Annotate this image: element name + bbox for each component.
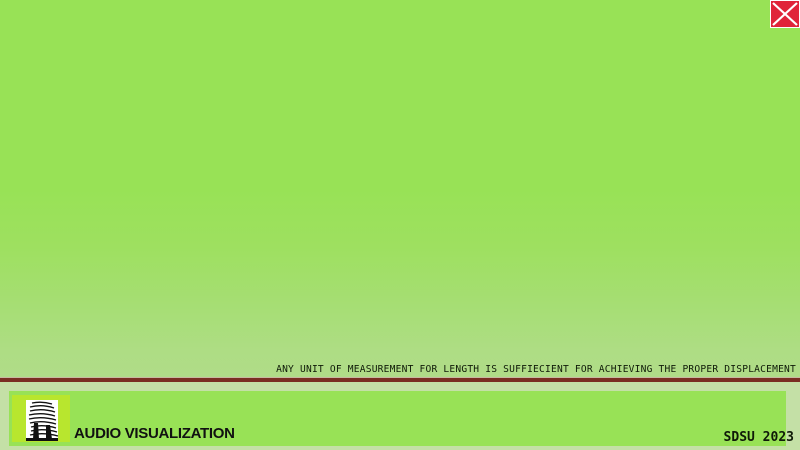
- logo-text: AUDIO VISUALIZATION: [74, 425, 235, 442]
- logo: [12, 395, 70, 442]
- sound-wave-head-icon: [26, 400, 59, 441]
- close-x-icon: [771, 1, 799, 27]
- app-viewport: ANY UNIT OF MEASUREMENT FOR LENGTH IS SU…: [0, 0, 800, 450]
- instruction-caption: ANY UNIT OF MEASUREMENT FOR LENGTH IS SU…: [276, 364, 796, 375]
- close-button[interactable]: [770, 0, 800, 28]
- footer-credit: SDSU 2023: [723, 430, 794, 445]
